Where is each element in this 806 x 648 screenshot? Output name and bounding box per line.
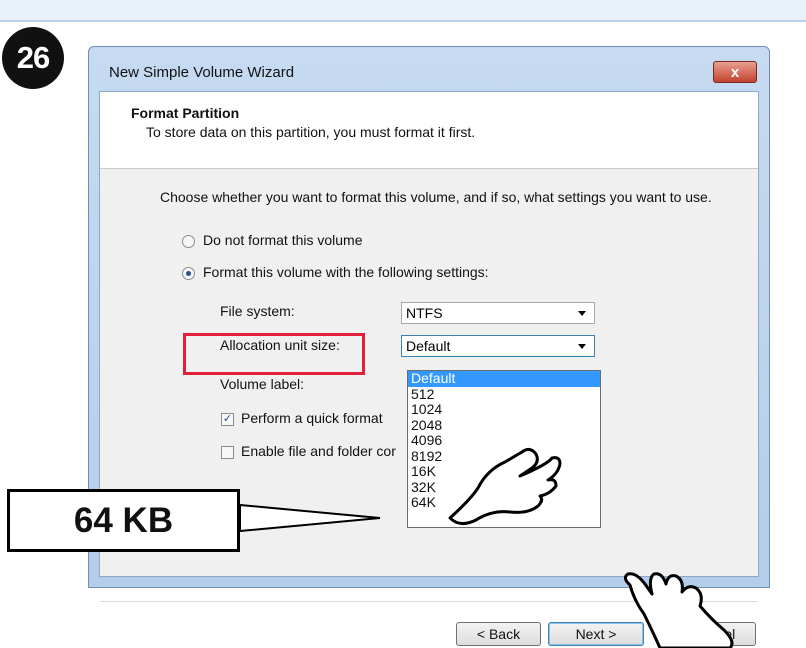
clicking-hand-icon	[623, 572, 734, 648]
pointing-hand-icon	[448, 447, 562, 525]
annotation-overlay	[239, 447, 734, 648]
callout-pointer	[239, 503, 381, 533]
